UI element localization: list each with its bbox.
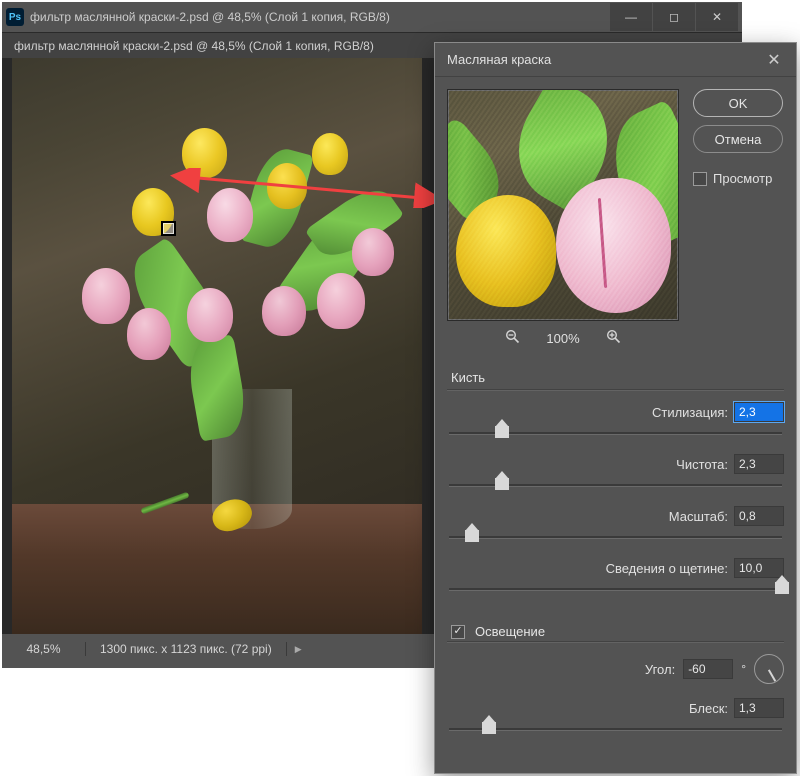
angle-degree-symbol: ° <box>741 662 746 676</box>
cleanliness-input[interactable]: 2,3 <box>734 454 784 474</box>
close-window-button[interactable]: ✕ <box>696 3 738 31</box>
angle-dial[interactable] <box>754 654 784 684</box>
shine-input[interactable]: 1,3 <box>734 698 784 718</box>
window-titlebar[interactable]: Ps фильтр маслянной краски-2.psd @ 48,5%… <box>2 2 742 32</box>
status-menu-arrow-icon[interactable]: ▶ <box>287 644 310 655</box>
ok-button[interactable]: OK <box>693 89 783 117</box>
minimize-button[interactable]: — <box>610 3 652 31</box>
zoom-out-icon[interactable] <box>505 329 520 348</box>
lighting-section-title: Освещение <box>471 624 545 639</box>
dialog-title: Масляная краска <box>447 52 551 67</box>
photoshop-logo-icon: Ps <box>6 8 24 26</box>
scale-label: Масштаб: <box>669 509 728 524</box>
filter-preview[interactable] <box>447 89 679 321</box>
dialog-titlebar[interactable]: Масляная краска ✕ <box>435 43 796 77</box>
cancel-button[interactable]: Отмена <box>693 125 783 153</box>
angle-input[interactable]: -60 <box>683 659 733 679</box>
preview-checkbox[interactable] <box>693 172 707 186</box>
brush-section: Кисть Стилизация: 2,3 Чистота: 2,3 Масшт… <box>447 370 784 602</box>
scale-input[interactable]: 0,8 <box>734 506 784 526</box>
cleanliness-slider[interactable] <box>449 476 782 498</box>
stylization-slider[interactable] <box>449 424 782 446</box>
window-controls: — ◻ ✕ <box>609 3 738 31</box>
window-title: фильтр маслянной краски-2.psd @ 48,5% (С… <box>30 10 609 24</box>
document-image <box>12 58 422 634</box>
status-zoom[interactable]: 48,5% <box>2 642 86 656</box>
status-dimensions: 1300 пикс. x 1123 пикс. (72 ppi) <box>86 642 287 656</box>
lighting-checkbox[interactable] <box>451 625 465 639</box>
zoom-level: 100% <box>546 331 579 346</box>
zoom-in-icon[interactable] <box>606 329 621 348</box>
cleanliness-label: Чистота: <box>676 457 728 472</box>
bristle-slider[interactable] <box>449 580 782 602</box>
shine-slider[interactable] <box>449 720 782 742</box>
stylization-label: Стилизация: <box>652 405 728 420</box>
scale-slider[interactable] <box>449 528 782 550</box>
maximize-button[interactable]: ◻ <box>653 3 695 31</box>
dialog-close-button[interactable]: ✕ <box>764 50 784 70</box>
preview-sample-marker[interactable] <box>161 221 176 236</box>
shine-label: Блеск: <box>689 701 728 716</box>
angle-label: Угол: <box>645 662 675 677</box>
preview-checkbox-label: Просмотр <box>713 171 772 186</box>
brush-section-title: Кисть <box>447 370 784 385</box>
oil-paint-dialog: Масляная краска ✕ 100% <box>434 42 797 774</box>
document-tab-title: фильтр маслянной краски-2.psd @ 48,5% (С… <box>14 39 374 53</box>
stylization-input[interactable]: 2,3 <box>734 402 784 422</box>
lighting-section: Освещение Угол: -60 ° Блеск: 1,3 <box>447 624 784 742</box>
bristle-label: Сведения о щетине: <box>606 561 728 576</box>
